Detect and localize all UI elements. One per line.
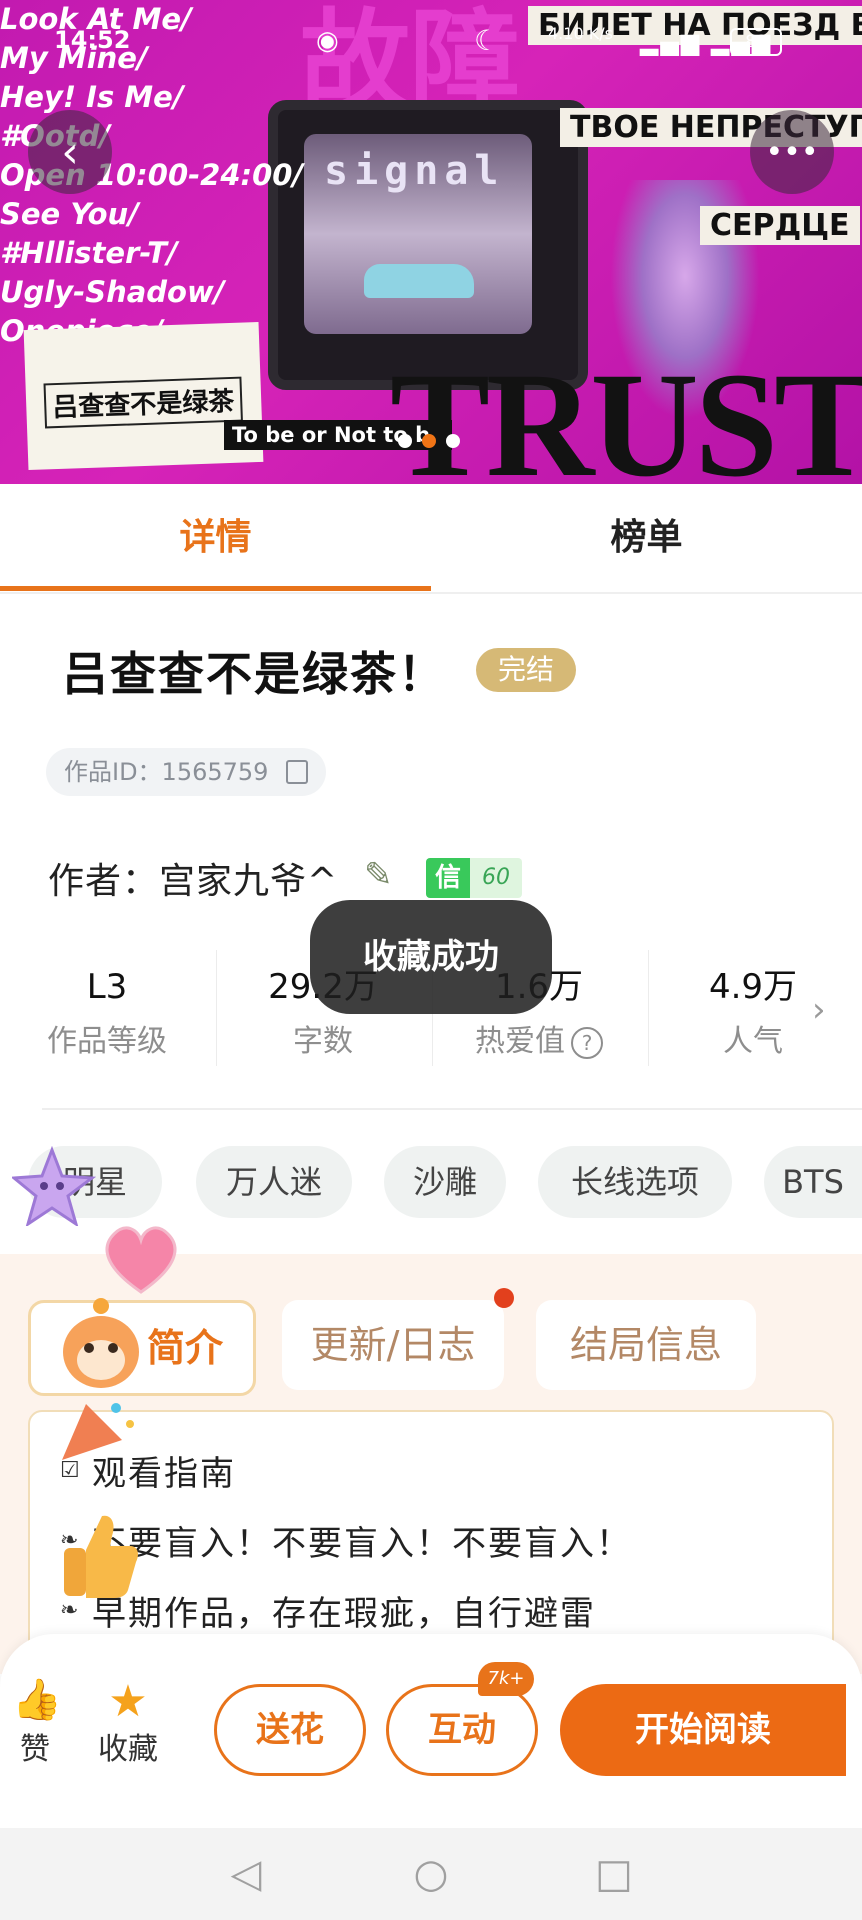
tag-chip[interactable]: 沙雕 [384,1146,506,1218]
battery-icon: 88 [730,28,782,56]
status-time: 14:52 [54,26,131,54]
eye-icon: ◉ [316,26,339,56]
carousel-dot-active[interactable] [422,434,436,448]
thumbs-up-sticker-icon [64,1515,138,1598]
system-nav-bar: ◁ ○ □ [0,1828,862,1920]
tab-details[interactable]: 详情 [0,484,431,592]
like-button[interactable]: 👍 赞 [12,1676,62,1768]
start-reading-button[interactable]: 开始阅读 [560,1684,846,1776]
chevron-left-icon: ‹ [61,126,79,178]
tag-chip[interactable]: BTS [764,1146,862,1218]
toast-message: 收藏成功 [310,900,552,1014]
status-bar: 14:52 ◉ ☾ 4.10 K/s ▂▄▆ ▂▄▆ 88 [0,22,862,62]
stat-label: 热爱值? [432,1016,646,1060]
help-icon[interactable]: ? [571,1026,603,1059]
nav-recents-icon[interactable]: □ [574,1828,654,1920]
tab-updates[interactable]: 更新/日志 [282,1300,504,1390]
section-divider [42,1108,862,1110]
credit-value: 60 [470,858,522,898]
stat-label: 作品等级 [47,1024,167,1059]
interact-count-badge: 7k+ [478,1662,534,1696]
pencil-icon: ✎ [364,855,393,895]
new-dot-badge [494,1288,514,1308]
stat-level[interactable]: L3 作品等级 [0,962,214,1060]
credit-key: 信 [426,858,470,898]
work-id-chip[interactable]: 作品ID：1565759 [46,748,326,796]
do-not-disturb-icon: ☾ [474,24,500,57]
nav-back-icon[interactable]: ◁ [206,1828,286,1920]
tab-underline [0,586,431,591]
like-label: 赞 [20,1732,50,1767]
author-name[interactable]: 作者：宫家九爷^ [48,852,338,904]
cover-banner[interactable]: 故障 signal Look At Me/ My Mine/ Hey! Is M… [0,0,862,484]
intro-line: 早期作品，存在瑕疵，自行避雷 [92,1594,596,1634]
send-flower-button[interactable]: 送花 [214,1684,366,1776]
stat-label: 字数 [293,1024,353,1059]
credit-badge[interactable]: 信 60 [426,858,522,898]
stat-popularity[interactable]: 4.9万 人气 [648,962,858,1060]
collect-label: 收藏 [98,1732,158,1767]
tab-ending[interactable]: 结局信息 [536,1300,756,1390]
more-button[interactable]: ••• [750,110,834,194]
star-sticker-icon [12,1146,97,1226]
main-tabs: 详情 榜单 [0,484,862,594]
tag-chip[interactable]: 长线选项 [538,1146,732,1218]
party-popper-icon [62,1403,134,1460]
banner-ticket-text: 吕查查不是绿茶 [43,376,243,429]
thumb-icon: 👍 [12,1677,62,1723]
intro-line: 不要盲入！不要盲入！不要盲入！ [92,1524,632,1564]
nav-home-icon[interactable]: ○ [391,1828,471,1920]
work-id-label: 作品ID：1565759 [64,758,269,786]
banner-car-illustration [364,264,474,298]
stat-value: 4.9万 [708,967,798,1007]
carousel-dot[interactable] [398,434,412,448]
back-button[interactable]: ‹ [28,110,112,194]
carousel-dot[interactable] [446,434,460,448]
banner-cyrillic-3: СЕРДЦЕ [700,206,860,245]
collect-button[interactable]: ★ 收藏 [88,1676,168,1768]
stat-value: L3 [86,967,128,1007]
status-badge: 完结 [476,648,576,692]
work-title: 吕查查不是绿茶！ [62,647,446,701]
banner-signal-text: signal [324,148,505,194]
heart-sticker-icon [105,1226,177,1294]
tiger-sticker-icon [63,1298,139,1388]
banner-trust-text: TRUST [390,342,862,484]
more-dots-icon: ••• [765,134,819,170]
tab-ranking[interactable]: 榜单 [431,484,862,592]
tag-chip[interactable]: 万人迷 [196,1146,352,1218]
interact-button[interactable]: 互动 [386,1684,538,1776]
net-speed: 4.10 K/s [548,24,613,43]
chevron-right-icon[interactable]: › [812,990,826,1030]
star-icon: ★ [108,1676,148,1727]
copy-icon[interactable] [286,760,308,784]
stat-label: 人气 [723,1024,783,1059]
carousel-indicator [398,434,460,448]
